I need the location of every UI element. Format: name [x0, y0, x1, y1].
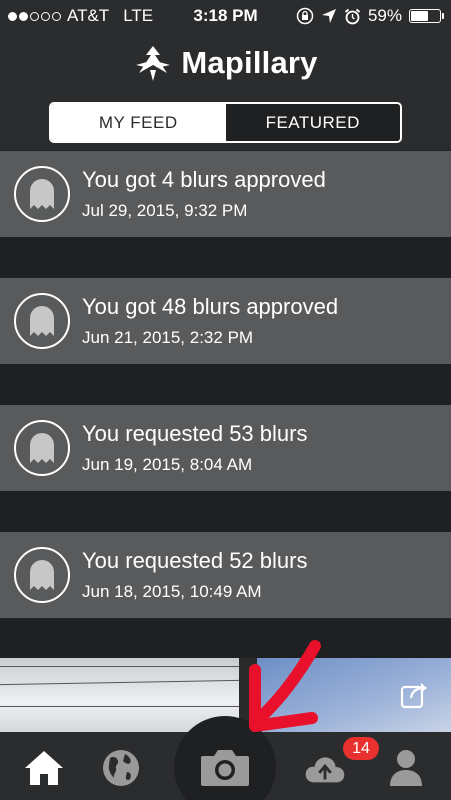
ghost-icon	[14, 166, 70, 222]
carrier-label: AT&T	[67, 6, 110, 25]
feed-item-date: Jul 29, 2015, 9:32 PM	[82, 201, 248, 220]
ghost-icon	[14, 420, 70, 476]
feed-item[interactable]: You requested 53 blurs Jun 19, 2015, 8:0…	[0, 405, 451, 491]
profile-icon[interactable]	[384, 746, 428, 790]
share-icon[interactable]	[399, 678, 431, 710]
globe-icon[interactable]	[99, 746, 143, 790]
tab-featured[interactable]: FEATURED	[225, 104, 400, 141]
feed-item-date: Jun 19, 2015, 8:04 AM	[82, 455, 253, 474]
tabs-bar: MY FEED FEATURED	[0, 94, 451, 150]
feed-item-date: Jun 18, 2015, 10:49 AM	[82, 582, 262, 601]
status-time: 3:18 PM	[193, 6, 258, 25]
signal-strength-icon	[8, 11, 61, 21]
rotation-lock-icon	[296, 7, 314, 25]
network-label: LTE	[123, 6, 154, 25]
app-header: Mapillary	[0, 32, 451, 94]
location-arrow-icon	[321, 9, 336, 23]
upload-cloud-icon[interactable]	[303, 746, 347, 790]
feed-item-title: You requested 53 blurs	[82, 421, 308, 446]
tab-my-feed[interactable]: MY FEED	[51, 104, 226, 141]
feed-tabs: MY FEED FEATURED	[49, 102, 402, 143]
feed-item-date: Jun 21, 2015, 2:32 PM	[82, 328, 254, 347]
alarm-icon	[344, 8, 361, 24]
feed-item[interactable]: You got 4 blurs approved Jul 29, 2015, 9…	[0, 151, 451, 237]
camera-icon	[201, 750, 249, 786]
feed-item-title: You requested 52 blurs	[82, 548, 308, 573]
upload-count-badge: 14	[343, 737, 379, 760]
battery-percent: 59%	[367, 6, 402, 25]
status-bar: AT&T LTE 3:18 PM 59%	[0, 0, 451, 32]
mapillary-logo-icon	[136, 46, 171, 81]
battery-icon	[409, 9, 444, 23]
feed-item[interactable]: You got 48 blurs approved Jun 21, 2015, …	[0, 278, 451, 364]
feed-item-title: You got 48 blurs approved	[82, 294, 339, 319]
ghost-icon	[14, 547, 70, 603]
feed-item[interactable]: You requested 52 blurs Jun 18, 2015, 10:…	[0, 532, 451, 618]
app-title: Mapillary	[181, 45, 318, 80]
ghost-icon	[14, 293, 70, 349]
home-icon[interactable]	[22, 746, 66, 790]
feed-item-title: You got 4 blurs approved	[82, 167, 326, 192]
